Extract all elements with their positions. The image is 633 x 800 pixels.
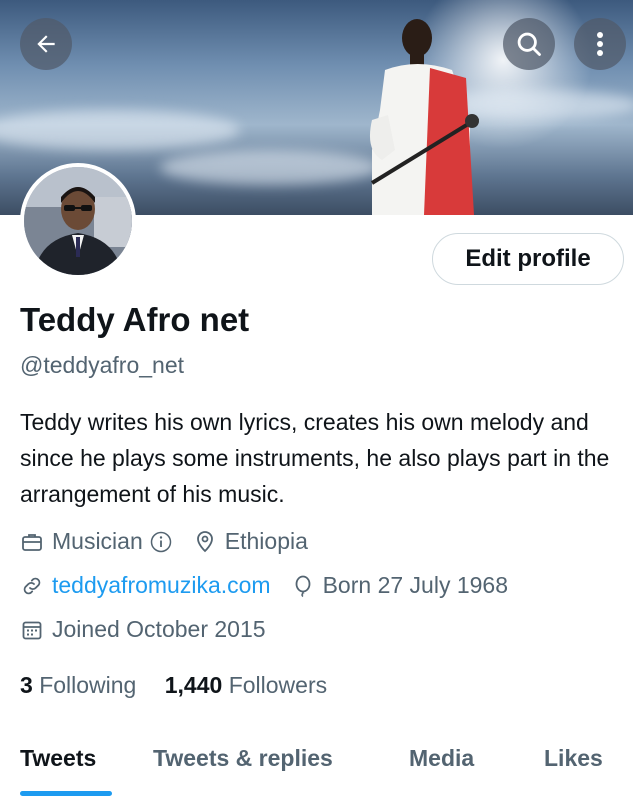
profile-category: Musician [20,528,143,555]
profile-handle: @teddyafro_net [20,352,185,378]
tab-tweets[interactable]: Tweets [20,745,96,772]
following-link[interactable]: 3 Following [20,672,136,698]
profile-birthday-label: Born 27 July 1968 [322,572,508,598]
tab-media[interactable]: Media [409,745,474,772]
follow-stats: 3 Following 1,440 Followers [20,672,327,699]
profile-bio: Teddy writes his own lyrics, creates his… [20,409,610,507]
followers-label: Followers [228,672,328,698]
search-icon [517,32,541,56]
arrow-left-icon [37,35,55,53]
profile-meta-row: Musician Ethiopia [20,528,308,555]
following-label: Following [39,672,137,698]
avatar[interactable] [20,163,136,279]
profile-joined: Joined October 2015 [20,616,266,643]
active-tab-indicator [20,791,112,796]
link-icon [23,577,41,594]
profile-birthday: Born 27 July 1968 [291,572,508,599]
edit-profile-button[interactable]: Edit profile [432,233,624,285]
tab-tweets-and-replies[interactable]: Tweets & replies [153,745,333,772]
followers-count: 1,440 [164,672,223,698]
profile-meta-row: Joined October 2015 [20,616,266,643]
location-pin-icon [196,530,213,552]
profile-meta-row: teddyafromuzika.com Born 27 July 1968 [20,572,508,599]
profile-display-name: Teddy Afro net [20,301,250,338]
calendar-icon [22,621,42,639]
tab-likes[interactable]: Likes [544,745,603,772]
info-icon [150,531,172,552]
profile-website-link[interactable]: teddyafromuzika.com [52,572,271,599]
profile-category-label: Musician [52,528,143,554]
search-button[interactable] [503,18,555,70]
more-options-button[interactable] [574,18,626,70]
profile-tabs: Tweets Tweets & replies Media Likes [0,733,633,800]
profile-joined-label: Joined October 2015 [52,616,266,642]
profile-location-label: Ethiopia [224,528,308,554]
profile-location: Ethiopia [193,528,308,555]
balloon-icon [295,575,310,597]
followers-link[interactable]: 1,440 Followers [165,672,327,698]
avatar-image [24,167,132,275]
briefcase-icon [22,533,42,551]
back-button[interactable] [20,18,72,70]
profile-website[interactable]: teddyafromuzika.com [20,572,271,599]
more-vertical-icon [597,32,603,56]
following-count: 3 [20,672,33,698]
info-button[interactable] [149,530,173,554]
